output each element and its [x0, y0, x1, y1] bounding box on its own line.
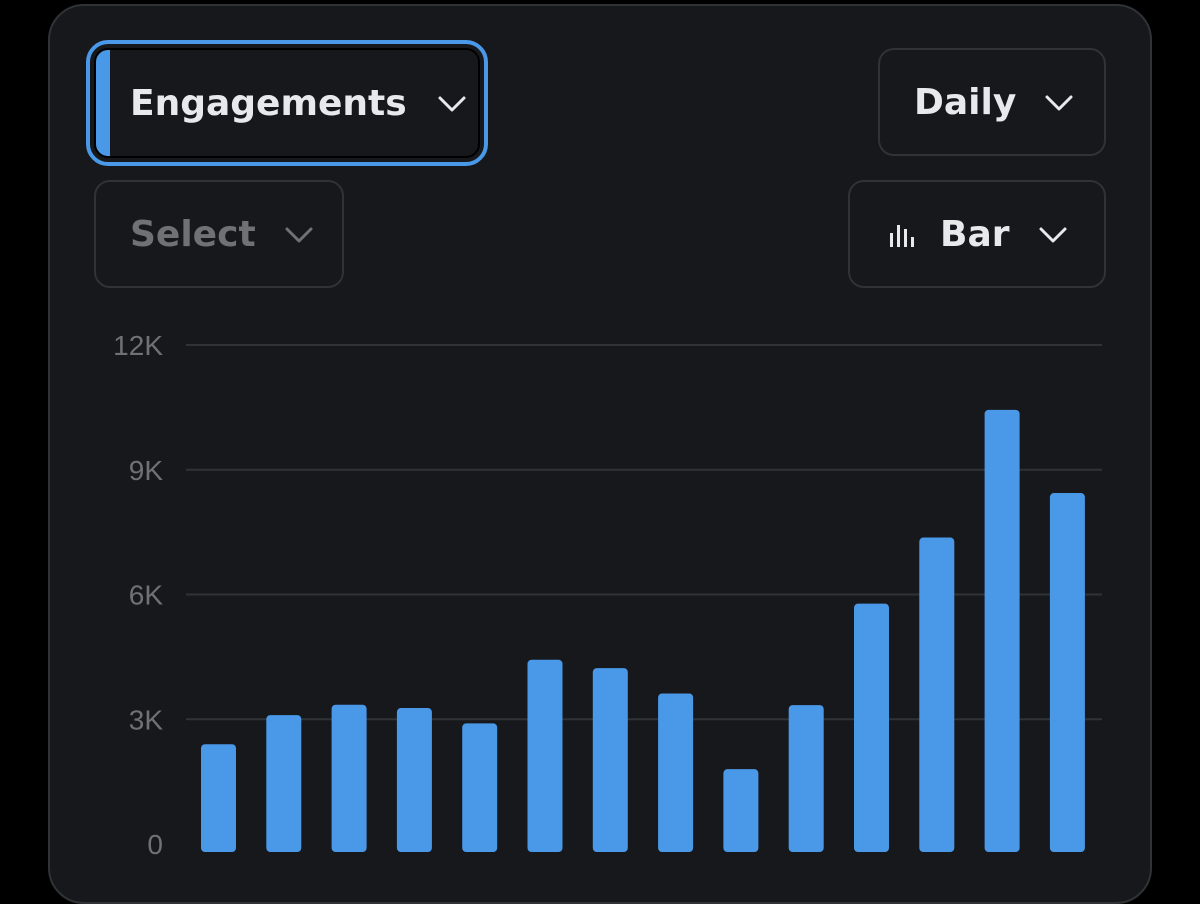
y-tick-label: 9K [129, 455, 164, 486]
chart-bar[interactable] [266, 715, 302, 852]
y-tick-label: 12K [113, 330, 163, 361]
y-tick-label: 6K [129, 580, 164, 611]
chart-bar[interactable] [396, 708, 432, 852]
chart-bar[interactable] [984, 409, 1020, 852]
chart-bar[interactable] [201, 744, 236, 852]
y-tick-label: 0 [147, 829, 163, 860]
chart-bar[interactable] [1049, 493, 1085, 852]
chart-bar[interactable] [854, 603, 889, 852]
chart-bar[interactable] [527, 659, 563, 852]
chart-bar[interactable] [788, 705, 824, 852]
engagements-bar-chart: 0 3K 6K 9K 12K [113, 330, 1102, 860]
chart-bar[interactable] [462, 723, 498, 852]
chart-bar[interactable] [592, 668, 628, 852]
y-tick-label: 3K [129, 704, 164, 735]
chart-bar[interactable] [331, 704, 367, 852]
chart-bar[interactable] [919, 537, 955, 852]
chart-bar[interactable] [723, 769, 759, 852]
chart-bar[interactable] [658, 693, 694, 852]
